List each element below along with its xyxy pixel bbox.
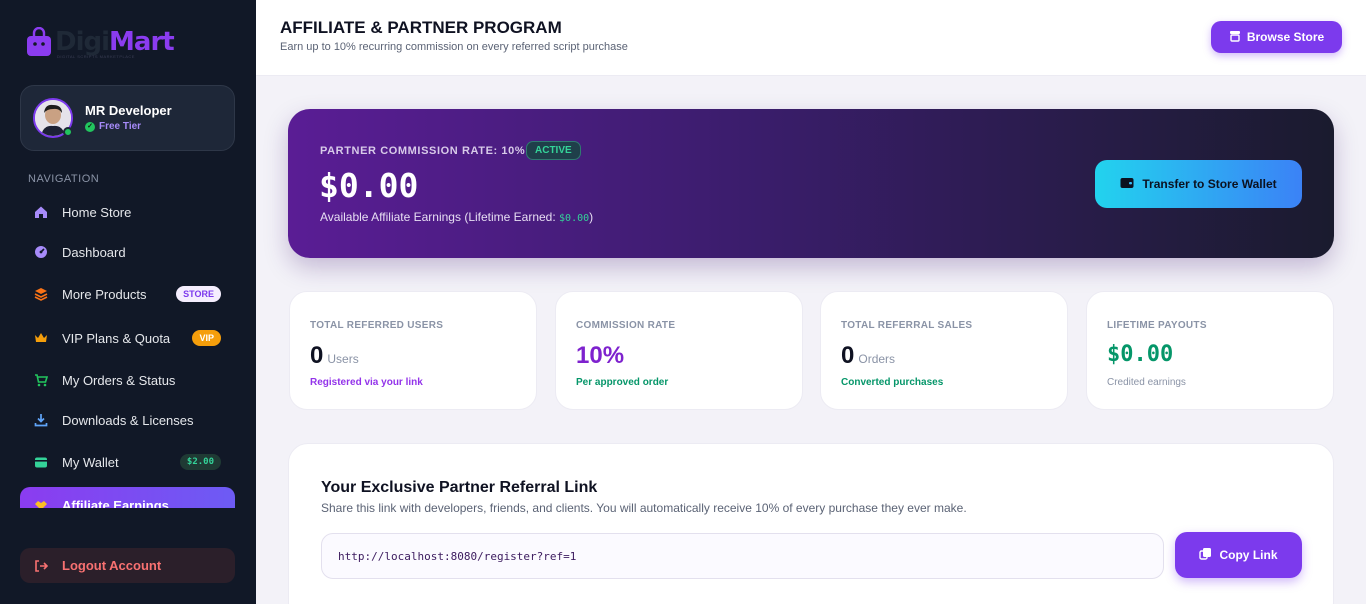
transfer-to-wallet-button[interactable]: Transfer to Store Wallet <box>1095 160 1302 208</box>
profile-card[interactable]: MR Developer ✓ Free Tier <box>20 85 235 151</box>
earnings-description: Available Affiliate Earnings (Lifetime E… <box>320 210 593 224</box>
check-circle-icon: ✓ <box>85 121 95 132</box>
sidebar: DigiMart DIGITAL SCRIPTS MARKETPLACE MR … <box>0 0 256 604</box>
wallet-balance-badge: $2.00 <box>179 454 221 470</box>
available-earnings-amount: $0.00 <box>319 166 419 205</box>
stat-title: TOTAL REFERRAL SALES <box>841 320 973 331</box>
brand-logo[interactable]: DigiMart DIGITAL SCRIPTS MARKETPLACE <box>26 22 175 62</box>
sidebar-item-label: Home Store <box>62 204 132 220</box>
sidebar-item-my-wallet[interactable]: My Wallet $2.00 <box>20 444 235 480</box>
cart-icon <box>34 373 48 387</box>
layers-icon <box>34 287 48 301</box>
copy-icon <box>1199 547 1212 563</box>
stat-value: 0 Orders <box>841 342 895 370</box>
transfer-label: Transfer to Store Wallet <box>1142 177 1277 191</box>
crown-icon <box>34 331 48 345</box>
sidebar-item-label: My Wallet <box>62 454 119 470</box>
page-title: AFFILIATE & PARTNER PROGRAM <box>280 18 562 37</box>
nav-heading: NAVIGATION <box>28 173 100 185</box>
copy-link-label: Copy Link <box>1219 548 1278 562</box>
sidebar-item-affiliate-earnings[interactable]: Affiliate Earnings <box>20 487 235 508</box>
stat-number: 0 <box>310 342 324 369</box>
sidebar-item-label: More Products <box>62 286 147 302</box>
commission-rate-label: PARTNER COMMISSION RATE: 10% <box>320 145 526 157</box>
stat-note: Per approved order <box>576 377 669 388</box>
page-header: AFFILIATE & PARTNER PROGRAM Earn up to 1… <box>256 0 1366 76</box>
earnings-desc-suffix: ) <box>589 210 594 224</box>
stat-note: Credited earnings <box>1107 377 1186 388</box>
stat-card-commission-rate: COMMISSION RATE 10% Per approved order <box>555 291 803 410</box>
download-icon <box>34 413 48 427</box>
stat-value: $0.00 <box>1107 342 1173 367</box>
stat-card-lifetime-payouts: LIFETIME PAYOUTS $0.00 Credited earnings <box>1086 291 1334 410</box>
earnings-hero-card: PARTNER COMMISSION RATE: 10% ACTIVE $0.0… <box>288 109 1334 258</box>
sidebar-item-label: Affiliate Earnings <box>62 497 169 509</box>
stat-value: 0 Users <box>310 342 359 370</box>
referral-link-input[interactable] <box>321 533 1164 579</box>
stat-title: LIFETIME PAYOUTS <box>1107 320 1207 331</box>
sidebar-item-home-store[interactable]: Home Store <box>20 194 235 230</box>
referral-description: Share this link with developers, friends… <box>321 501 967 515</box>
logout-button[interactable]: Logout Account <box>20 548 235 583</box>
referral-title: Your Exclusive Partner Referral Link <box>321 479 598 496</box>
stat-number: 10% <box>576 342 625 369</box>
brand-tagline: DIGITAL SCRIPTS MARKETPLACE <box>57 54 135 59</box>
store-icon <box>1229 30 1241 45</box>
stat-note: Converted purchases <box>841 377 944 388</box>
stat-title: COMMISSION RATE <box>576 320 676 331</box>
copy-link-button[interactable]: Copy Link <box>1175 532 1302 578</box>
stat-value: 10% <box>576 342 624 370</box>
browse-store-label: Browse Store <box>1246 30 1325 44</box>
sidebar-item-label: VIP Plans & Quota <box>62 330 171 346</box>
sidebar-item-vip-plans[interactable]: VIP Plans & Quota VIP <box>20 320 235 356</box>
sidebar-item-more-products[interactable]: More Products STORE <box>20 276 235 312</box>
stat-number: $0.00 <box>1107 342 1174 367</box>
stat-unit: Users <box>327 352 359 366</box>
profile-tier-label: Free Tier <box>99 121 142 132</box>
sidebar-item-dashboard[interactable]: Dashboard <box>20 234 235 270</box>
logout-icon <box>34 559 48 573</box>
sidebar-item-my-orders[interactable]: My Orders & Status <box>20 362 235 398</box>
stat-unit: Orders <box>858 352 896 366</box>
online-status-dot <box>63 127 73 137</box>
sidebar-item-downloads[interactable]: Downloads & Licenses <box>20 402 235 438</box>
profile-name: MR Developer <box>85 103 172 118</box>
status-badge: ACTIVE <box>526 141 581 160</box>
stat-card-referral-sales: TOTAL REFERRAL SALES 0 Orders Converted p… <box>820 291 1068 410</box>
wallet-icon <box>1120 177 1134 192</box>
dashboard-icon <box>34 245 48 259</box>
sidebar-item-label: My Orders & Status <box>62 372 176 388</box>
logout-label: Logout Account <box>62 558 162 573</box>
vip-badge: VIP <box>192 330 221 346</box>
stat-note: Registered via your link <box>310 377 423 388</box>
stat-card-referred-users: TOTAL REFERRED USERS 0 Users Registered v… <box>289 291 537 410</box>
page-subtitle: Earn up to 10% recurring commission on e… <box>280 41 628 53</box>
store-badge: STORE <box>176 286 221 302</box>
handshake-icon <box>34 498 48 508</box>
earnings-desc-prefix: Available Affiliate Earnings (Lifetime E… <box>320 210 560 224</box>
profile-tier: ✓ Free Tier <box>85 121 141 132</box>
wallet-icon <box>34 455 48 469</box>
home-icon <box>34 205 48 219</box>
shopping-bag-icon <box>26 26 52 57</box>
referral-link-card: Your Exclusive Partner Referral Link Sha… <box>288 443 1334 604</box>
stat-number: 0 <box>841 342 855 369</box>
brand-name: DigiMart <box>55 27 175 57</box>
sidebar-item-label: Downloads & Licenses <box>62 412 194 428</box>
stat-title: TOTAL REFERRED USERS <box>310 320 444 331</box>
lifetime-earned-value: $0.00 <box>559 213 590 224</box>
nav-list: Home Store Dashboard More Products STORE… <box>20 192 235 508</box>
browse-store-button[interactable]: Browse Store <box>1211 21 1342 53</box>
sidebar-item-label: Dashboard <box>62 244 126 260</box>
